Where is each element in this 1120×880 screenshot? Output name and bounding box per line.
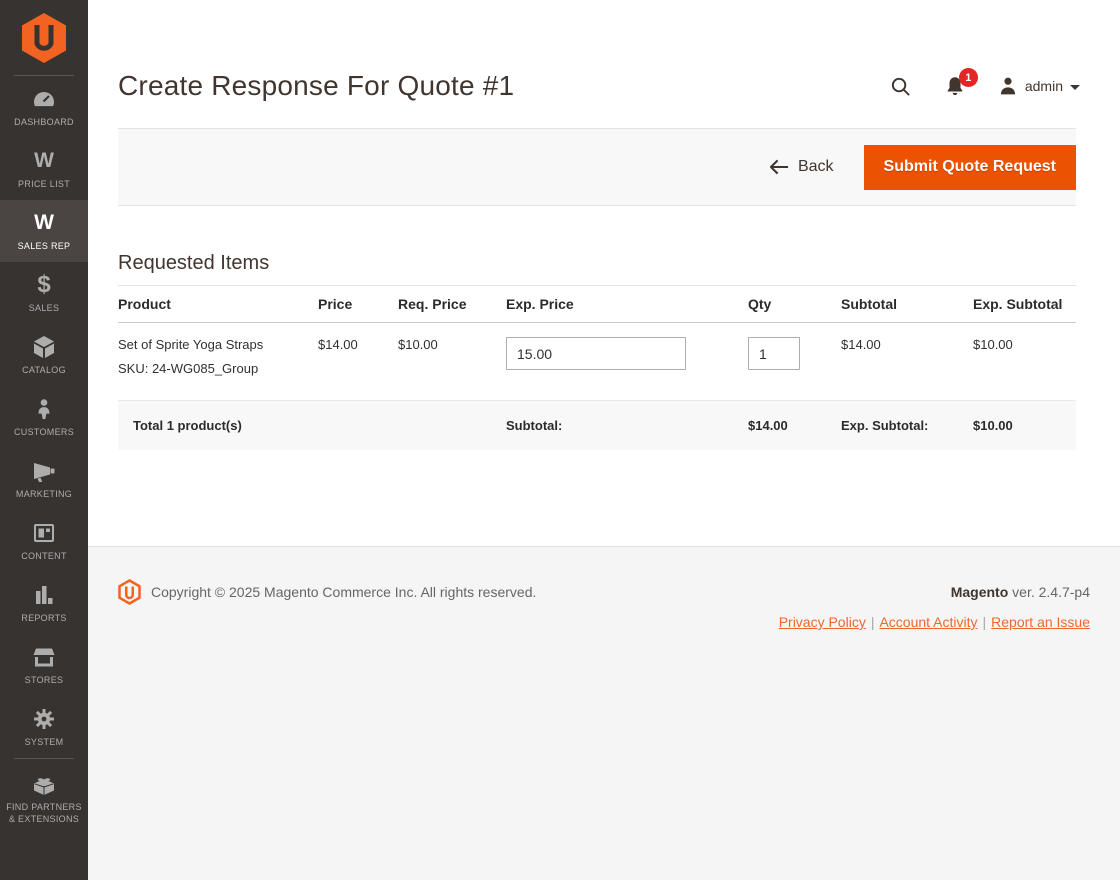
totals-exp-subtotal-label: Exp. Subtotal:: [841, 401, 973, 451]
megaphone-icon: [31, 458, 57, 484]
col-exp-price: Exp. Price: [506, 286, 748, 323]
col-price: Price: [318, 286, 398, 323]
col-subtotal: Subtotal: [841, 286, 973, 323]
admin-sidebar: DASHBOARD W PRICE LIST W SALES REP $ SAL…: [0, 0, 88, 880]
sidebar-item-label: CUSTOMERS: [14, 427, 74, 438]
page-header: Create Response For Quote #1 1: [88, 0, 1120, 128]
price-cell: $14.00: [318, 323, 398, 401]
storefront-icon: [31, 644, 57, 670]
section-title: Requested Items: [118, 252, 1076, 275]
page-actions-bar: Back Submit Quote Request: [118, 128, 1076, 206]
product-sku: SKU: 24-WG085_Group: [118, 361, 308, 376]
w-logo-icon: W: [34, 148, 54, 174]
link-separator: |: [983, 614, 987, 630]
person-icon: [33, 396, 55, 422]
notifications-button[interactable]: 1: [944, 75, 966, 97]
magento-footer-logo-icon: [118, 579, 141, 605]
brand-name: Magento: [951, 584, 1009, 600]
gear-icon: [32, 706, 56, 732]
exp-subtotal-cell: $10.00: [973, 323, 1076, 401]
w-logo-icon: W: [34, 210, 54, 236]
sidebar-item-find-partners[interactable]: FIND PARTNERS & EXTENSIONS: [0, 759, 88, 837]
sidebar-item-label: SALES REP: [18, 241, 71, 252]
exp-price-cell: [506, 323, 748, 401]
privacy-policy-link[interactable]: Privacy Policy: [779, 614, 866, 630]
sidebar-item-customers[interactable]: CUSTOMERS: [0, 386, 88, 448]
requested-items-table: Product Price Req. Price Exp. Price Qty …: [118, 285, 1076, 450]
sidebar-item-label: SYSTEM: [25, 737, 64, 748]
totals-row: Total 1 product(s) Subtotal: $14.00 Exp.…: [118, 401, 1076, 451]
account-activity-link[interactable]: Account Activity: [879, 614, 977, 630]
col-product: Product: [118, 286, 318, 323]
sidebar-item-sales-rep[interactable]: W SALES REP: [0, 200, 88, 262]
user-avatar-icon: [998, 76, 1018, 96]
sidebar-item-label: MARKETING: [16, 489, 72, 500]
totals-subtotal-value: $14.00: [748, 401, 841, 451]
page-title: Create Response For Quote #1: [118, 70, 514, 102]
sidebar-item-label: DASHBOARD: [14, 117, 74, 128]
sidebar-item-catalog[interactable]: CATALOG: [0, 324, 88, 386]
sidebar-item-reports[interactable]: REPORTS: [0, 572, 88, 634]
admin-username: admin: [1025, 78, 1063, 94]
dashboard-gauge-icon: [31, 86, 57, 112]
product-cell: Set of Sprite Yoga Straps SKU: 24-WG085_…: [118, 323, 318, 401]
search-icon: [889, 75, 912, 98]
admin-account-menu[interactable]: admin: [998, 76, 1080, 96]
table-header-row: Product Price Req. Price Exp. Price Qty …: [118, 286, 1076, 323]
totals-exp-subtotal-value: $10.00: [973, 401, 1076, 451]
sidebar-item-label: REPORTS: [21, 613, 66, 624]
back-button[interactable]: Back: [770, 158, 834, 176]
back-label: Back: [798, 158, 834, 176]
bar-chart-icon: [32, 582, 56, 608]
product-name: Set of Sprite Yoga Straps: [118, 337, 308, 352]
requested-items-section: Requested Items Product Price Req. Price…: [88, 206, 1120, 450]
subtotal-cell: $14.00: [841, 323, 973, 401]
sidebar-item-label: CONTENT: [21, 551, 67, 562]
submit-quote-request-button[interactable]: Submit Quote Request: [864, 145, 1076, 190]
sidebar-item-dashboard[interactable]: DASHBOARD: [0, 76, 88, 138]
sidebar-item-label: SALES: [29, 303, 60, 314]
req-price-cell: $10.00: [398, 323, 506, 401]
sidebar-item-label: CATALOG: [22, 365, 66, 376]
brick-icon: [31, 771, 57, 797]
col-qty: Qty: [748, 286, 841, 323]
col-req-price: Req. Price: [398, 286, 506, 323]
sidebar-item-label: FIND PARTNERS & EXTENSIONS: [4, 802, 84, 825]
version-text: Magento ver. 2.4.7-p4: [951, 584, 1090, 600]
table-row: Set of Sprite Yoga Straps SKU: 24-WG085_…: [118, 323, 1076, 401]
exp-price-input[interactable]: [506, 337, 686, 370]
sidebar-item-price-list[interactable]: W PRICE LIST: [0, 138, 88, 200]
search-button[interactable]: [889, 75, 912, 98]
sidebar-item-stores[interactable]: STORES: [0, 634, 88, 696]
totals-subtotal-label: Subtotal:: [506, 401, 748, 451]
dollar-icon: $: [37, 272, 50, 298]
admin-footer: Copyright © 2025 Magento Commerce Inc. A…: [88, 546, 1120, 880]
sidebar-item-label: STORES: [25, 675, 64, 686]
link-separator: |: [871, 614, 875, 630]
version-number: ver. 2.4.7-p4: [1012, 584, 1090, 600]
box-icon: [32, 334, 56, 360]
sidebar-item-label: PRICE LIST: [18, 179, 70, 190]
qty-cell: [748, 323, 841, 401]
header-actions: 1 admin: [889, 75, 1080, 98]
qty-input[interactable]: [748, 337, 800, 370]
sidebar-item-system[interactable]: SYSTEM: [0, 696, 88, 758]
report-issue-link[interactable]: Report an Issue: [991, 614, 1090, 630]
sidebar-item-sales[interactable]: $ SALES: [0, 262, 88, 324]
main-area: Create Response For Quote #1 1: [88, 0, 1120, 880]
magento-logo-icon: [21, 12, 67, 64]
totals-label: Total 1 product(s): [118, 401, 506, 451]
footer-links: Privacy Policy|Account Activity|Report a…: [118, 614, 1090, 630]
notification-badge: 1: [959, 68, 978, 87]
sidebar-menu: DASHBOARD W PRICE LIST W SALES REP $ SAL…: [0, 76, 88, 837]
back-arrow-icon: [770, 159, 789, 175]
sidebar-item-marketing[interactable]: MARKETING: [0, 448, 88, 510]
caret-down-icon: [1070, 85, 1080, 90]
sidebar-item-content[interactable]: CONTENT: [0, 510, 88, 572]
col-exp-subtotal: Exp. Subtotal: [973, 286, 1076, 323]
copyright-text: Copyright © 2025 Magento Commerce Inc. A…: [151, 584, 536, 600]
layout-icon: [32, 520, 56, 546]
magento-logo[interactable]: [0, 0, 88, 75]
